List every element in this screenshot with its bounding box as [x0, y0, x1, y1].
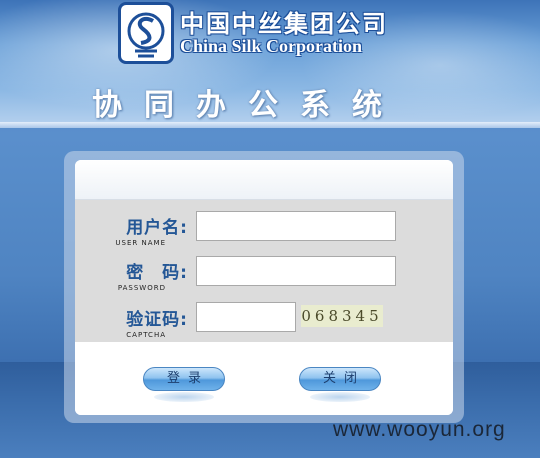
system-title: 协同办公系统	[92, 88, 404, 123]
username-label: 用户名: USER NAME	[78, 213, 188, 247]
password-label-en: PASSWORD	[117, 284, 166, 292]
brand-name-cn: 中国中丝集团公司	[180, 9, 388, 38]
username-input[interactable]	[196, 211, 396, 241]
password-label: 密 码: PASSWORD	[78, 258, 188, 292]
username-label-cn: 用户名:	[126, 218, 188, 238]
password-input[interactable]	[196, 256, 396, 286]
close-button-reflection	[310, 392, 370, 402]
captcha-input[interactable]	[196, 302, 296, 332]
password-label-cn: 密 码:	[126, 263, 188, 283]
login-button-area	[75, 342, 453, 415]
banner-divider	[0, 122, 540, 128]
login-button[interactable]: 登录	[143, 367, 225, 391]
captcha-label: 验证码: CAPTCHA	[78, 305, 188, 339]
login-button-reflection	[154, 392, 214, 402]
captcha-image[interactable]: 068345	[301, 305, 383, 327]
close-button[interactable]: 关闭	[299, 367, 381, 391]
captcha-label-en: CAPTCHA	[126, 331, 166, 339]
brand-name-en: China Silk Corporation	[180, 36, 363, 56]
china-silk-logo-icon	[118, 2, 174, 64]
username-label-en: USER NAME	[115, 239, 166, 247]
watermark: www.wooyun.org	[333, 418, 506, 441]
login-panel-header	[75, 160, 453, 200]
header-banner: 中国中丝集团公司 China Silk Corporation 协同办公系统	[0, 0, 540, 128]
captcha-label-cn: 验证码:	[126, 310, 188, 330]
